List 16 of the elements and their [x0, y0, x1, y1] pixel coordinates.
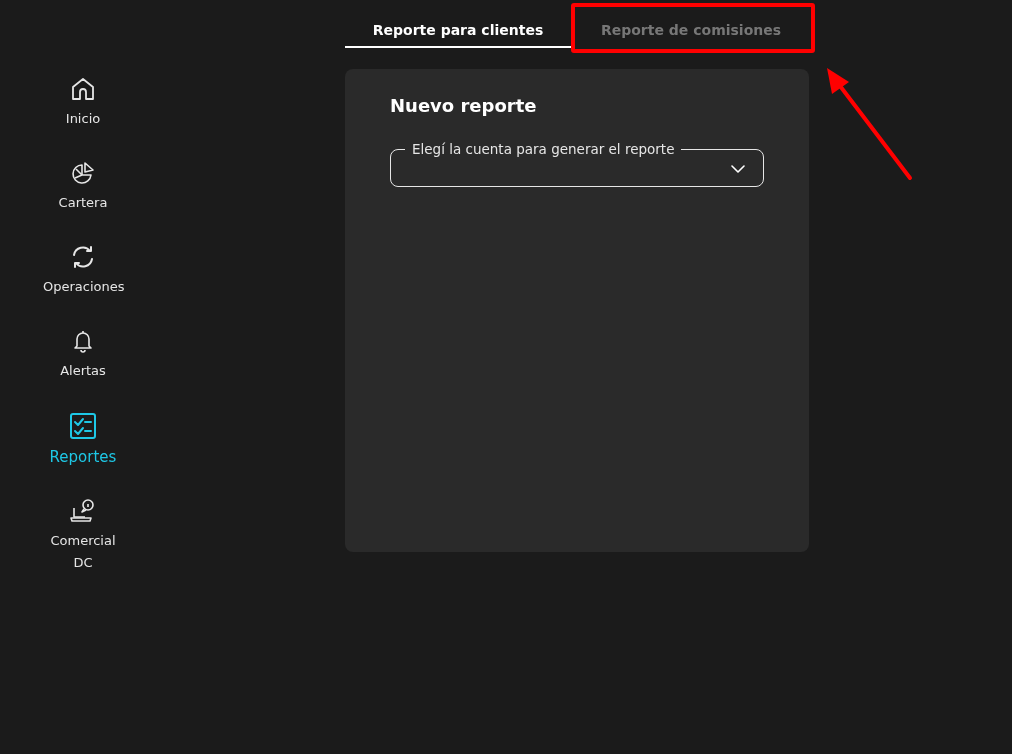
tab[interactable]: Reporte de comisiones: [571, 0, 811, 48]
home-icon: [70, 76, 96, 102]
tab[interactable]: Reporte para clientes: [345, 0, 571, 48]
sidebar-item[interactable]: Comercial DC: [28, 498, 138, 574]
sidebar-item[interactable]: Inicio: [28, 76, 138, 130]
sidebar-item[interactable]: Reportes: [28, 412, 138, 468]
chevron-down-icon: [731, 165, 745, 173]
bell-icon: [71, 328, 95, 354]
sidebar-item[interactable]: Cartera: [28, 160, 138, 214]
laptop-info-icon: [69, 498, 97, 524]
card-title: Nuevo reporte: [390, 95, 538, 116]
checklist-icon: [69, 412, 97, 440]
sidebar-item[interactable]: Alertas: [28, 328, 138, 382]
sidebar-item[interactable]: Operaciones: [28, 244, 138, 298]
pie-chart-icon: [70, 160, 96, 186]
account-select[interactable]: Elegí la cuenta para generar el reporte: [390, 141, 764, 187]
